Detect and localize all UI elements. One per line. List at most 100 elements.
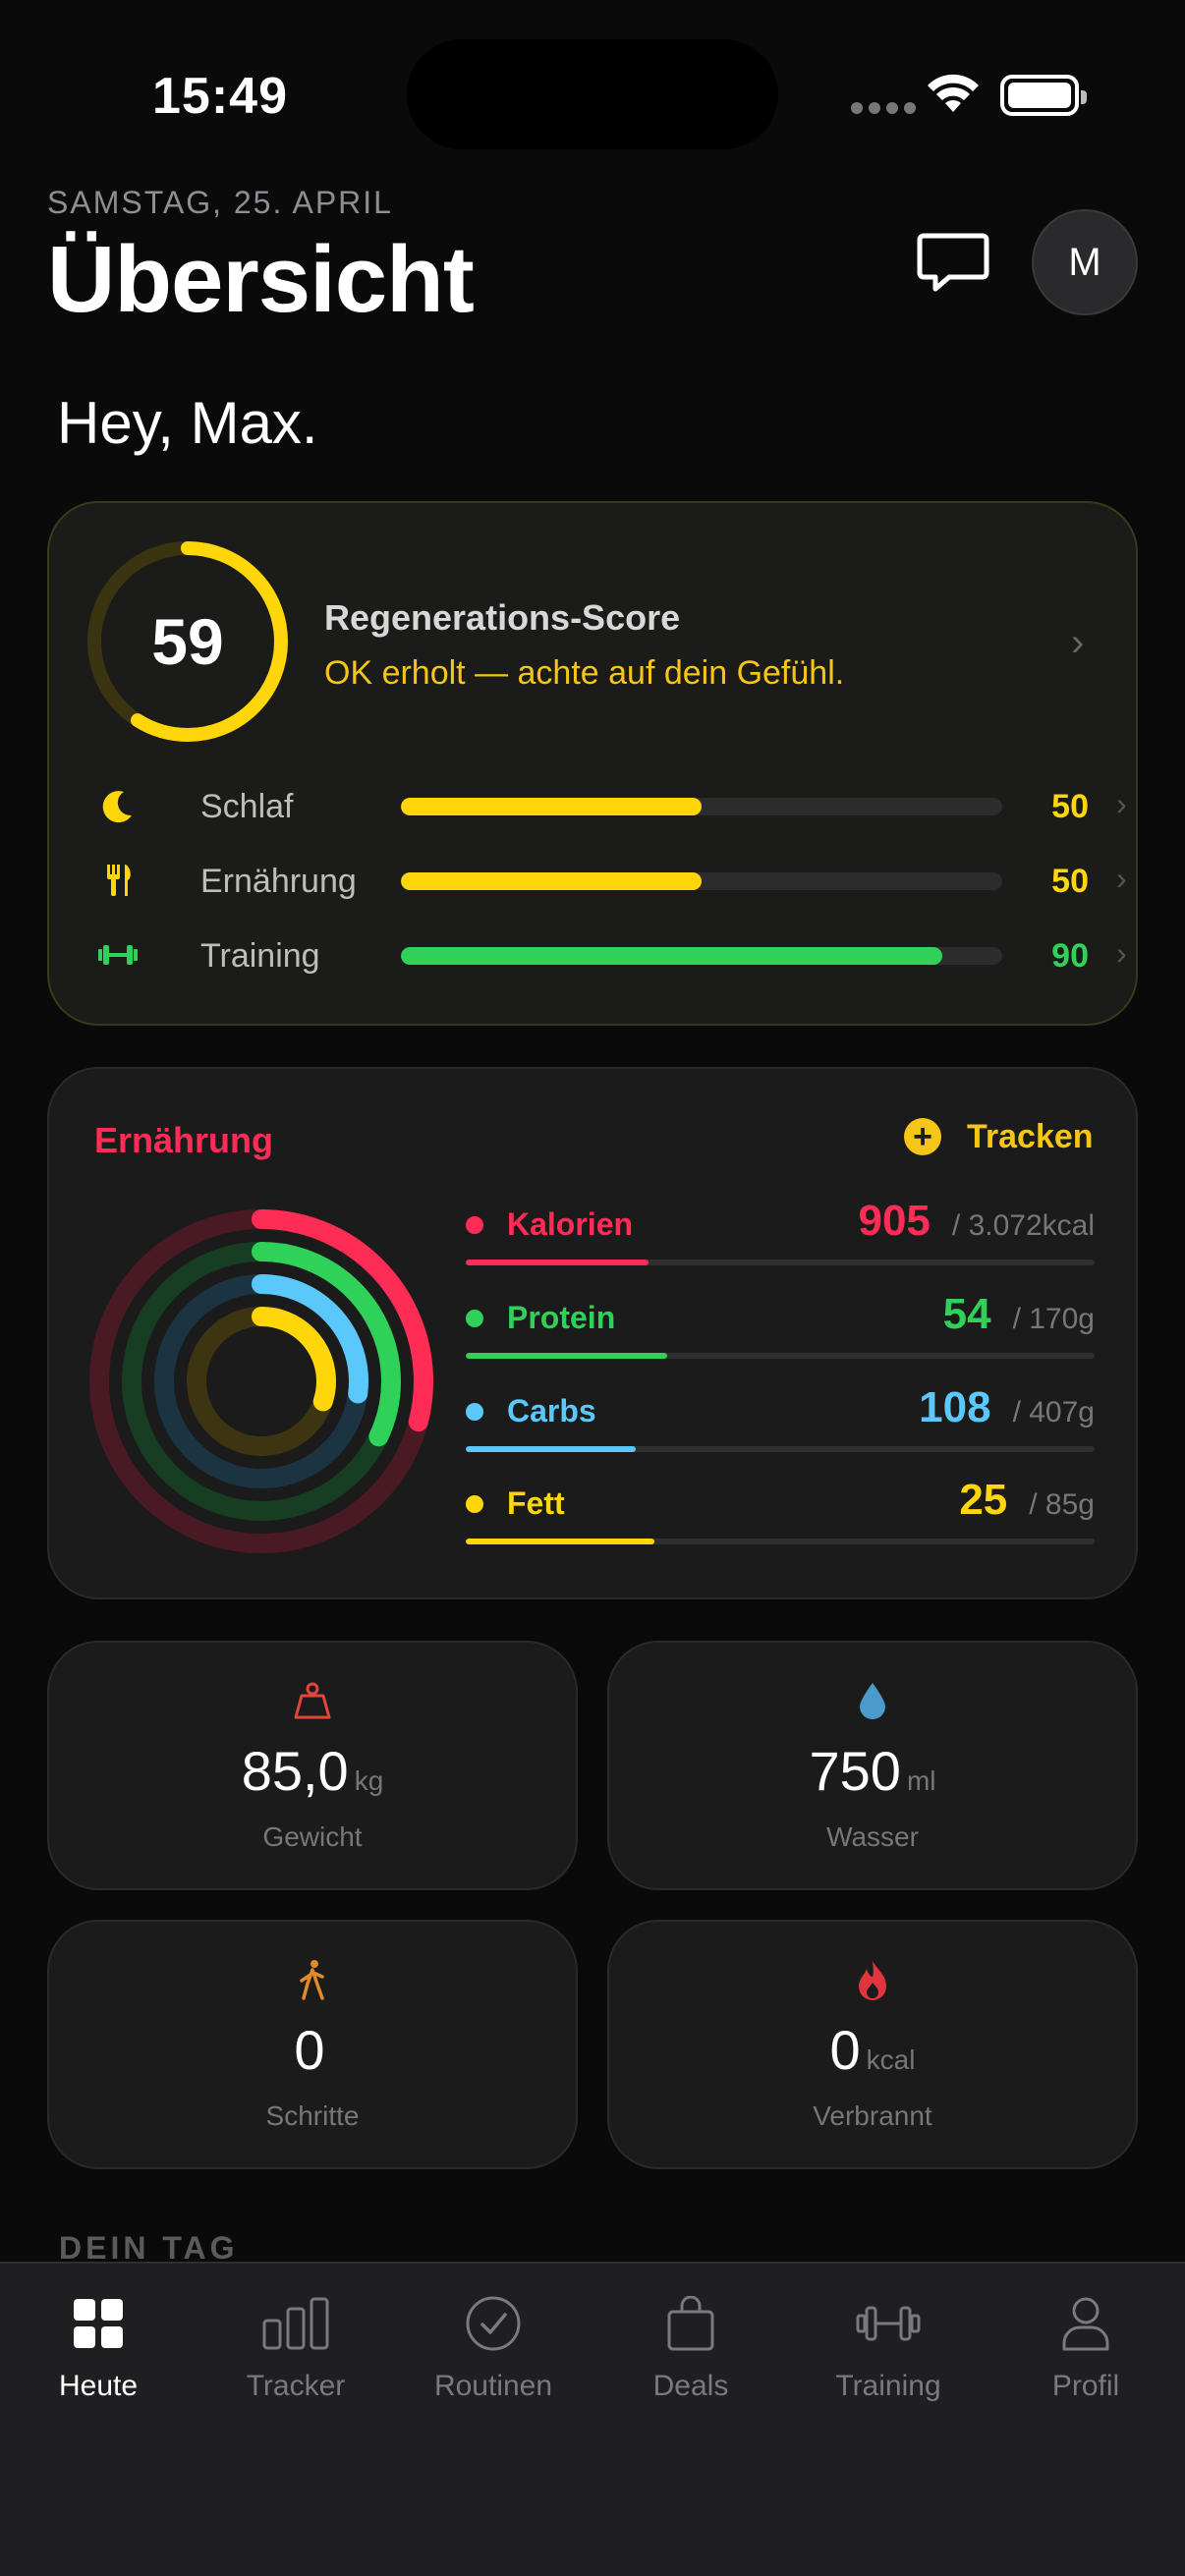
status-time: 15:49 — [152, 68, 288, 125]
burned-tile[interactable]: 0 kcal Verbrannt — [607, 1920, 1138, 2169]
metric-row-ernaehrung[interactable]: Ernährung 50 › — [96, 851, 1128, 910]
dynamic-island — [407, 39, 778, 149]
greeting: Hey, Max. — [57, 390, 318, 456]
shopping-bag-icon — [666, 2291, 715, 2356]
macro-dot — [466, 1403, 483, 1421]
chevron-right-icon: › — [1071, 621, 1085, 664]
macro-progress-fill — [466, 1539, 654, 1544]
tab-heute[interactable]: Heute — [0, 2291, 197, 2409]
macro-name: Kalorien — [507, 1206, 634, 1242]
metric-value: 50 — [1051, 863, 1089, 900]
macro-value: 54 — [942, 1290, 991, 1338]
tile-label: Verbrannt — [813, 2100, 932, 2131]
chevron-right-icon: › — [1116, 935, 1127, 971]
tab-label: Training — [835, 2370, 941, 2402]
macro-name: Carbs — [507, 1393, 596, 1428]
water-tile[interactable]: 750 ml Wasser — [607, 1641, 1138, 1890]
moon-icon — [96, 784, 140, 827]
cellular-signal-icon — [851, 102, 916, 114]
status-bar: 15:49 — [0, 0, 1185, 187]
tile-label: Schritte — [265, 2100, 360, 2131]
macro-goal: / 85g — [1029, 1488, 1095, 1521]
tab-deals[interactable]: Deals — [592, 2291, 789, 2409]
metric-progress-fill — [401, 798, 702, 815]
avatar[interactable]: M — [1032, 209, 1138, 315]
wifi-icon — [928, 74, 979, 112]
tile-value: 750 — [809, 1740, 901, 1802]
macro-dot — [466, 1495, 483, 1513]
tab-bar: Heute Tracker Routinen Deals Training Pr… — [0, 2262, 1185, 2576]
water-drop-icon — [609, 1680, 1136, 1721]
tab-label: Deals — [652, 2370, 729, 2402]
chevron-right-icon: › — [1116, 786, 1127, 821]
scale-weight-icon — [49, 1680, 576, 1721]
metric-label: Schlaf — [200, 788, 294, 825]
macro-progress-fill — [466, 1260, 649, 1265]
regeneration-subtitle: OK erholt — achte auf dein Gefühl. — [324, 654, 845, 692]
metric-progress-fill — [401, 872, 702, 890]
metric-progress-fill — [401, 947, 942, 965]
metric-progress-track — [401, 798, 1002, 815]
checkmark-circle-icon — [465, 2291, 522, 2356]
metric-row-training[interactable]: Training 90 › — [96, 925, 1128, 984]
macro-progress-track — [466, 1539, 1095, 1544]
tile-value: 0 — [294, 2019, 325, 2081]
tile-label: Wasser — [826, 1821, 919, 1852]
tile-value: 85,0 — [241, 1740, 349, 1802]
weight-tile[interactable]: 85,0 kg Gewicht — [47, 1641, 578, 1890]
metric-value: 90 — [1051, 937, 1089, 975]
avatar-initial: M — [1068, 240, 1101, 284]
walking-icon — [49, 1959, 576, 2002]
macro-goal: / 407g — [1012, 1396, 1095, 1428]
nutrition-title: Ernährung — [94, 1120, 274, 1160]
macro-name: Fett — [507, 1485, 565, 1521]
battery-icon — [1000, 75, 1087, 116]
tab-label: Routinen — [433, 2370, 553, 2402]
macro-rings-chart — [89, 1209, 433, 1553]
metric-progress-track — [401, 872, 1002, 890]
tab-training[interactable]: Training — [790, 2291, 987, 2409]
fork-knife-icon — [96, 859, 140, 902]
chat-bubble-icon — [917, 233, 989, 292]
metric-label: Training — [200, 937, 320, 975]
tab-label: Profil — [1051, 2370, 1120, 2402]
current-date: SAMSTAG, 25. APRIL — [47, 185, 393, 220]
track-button[interactable]: + Tracken — [904, 1114, 1094, 1159]
tab-tracker[interactable]: Tracker — [198, 2291, 394, 2409]
tab-routinen[interactable]: Routinen — [395, 2291, 592, 2409]
tab-label: Tracker — [246, 2370, 346, 2402]
macro-row-protein: Protein 54 / 170g — [466, 1290, 1095, 1378]
macro-goal: / 3.072kcal — [951, 1209, 1095, 1242]
page-title: Übersicht — [47, 227, 475, 332]
macro-progress-fill — [466, 1353, 667, 1359]
steps-tile[interactable]: 0 Schritte — [47, 1920, 578, 2169]
flame-icon — [609, 1959, 1136, 2002]
macro-name: Protein — [507, 1300, 616, 1335]
bar-chart-icon — [261, 2291, 330, 2356]
tile-unit: ml — [906, 1765, 936, 1796]
macro-progress-fill — [466, 1446, 636, 1452]
nutrition-card[interactable]: Ernährung + Tracken Kalorien 905 / 3.072k… — [47, 1067, 1138, 1599]
grid-icon — [72, 2291, 125, 2356]
regeneration-title: Regenerations-Score — [324, 597, 681, 638]
regeneration-score-value: 59 — [151, 605, 224, 678]
tab-label: Heute — [58, 2370, 139, 2402]
macro-progress-track — [466, 1260, 1095, 1265]
macro-progress-track — [466, 1446, 1095, 1452]
macro-value: 25 — [959, 1476, 1008, 1524]
macro-goal: / 170g — [1012, 1303, 1095, 1335]
metric-progress-track — [401, 947, 1002, 965]
chevron-right-icon: › — [1116, 861, 1127, 896]
chat-button[interactable] — [914, 224, 992, 303]
person-icon — [1061, 2291, 1110, 2356]
metric-row-schlaf[interactable]: Schlaf 50 › — [96, 776, 1128, 835]
track-button-label: Tracken — [967, 1117, 1094, 1155]
tab-profil[interactable]: Profil — [988, 2291, 1184, 2409]
tile-value: 0 — [829, 2019, 861, 2081]
macro-dot — [466, 1310, 483, 1327]
tile-unit: kg — [354, 1765, 384, 1796]
dumbbell-icon — [96, 933, 140, 977]
regeneration-card[interactable]: 59 Regenerations-Score OK erholt — achte… — [47, 501, 1138, 1026]
macro-value: 108 — [919, 1383, 991, 1431]
macro-progress-track — [466, 1353, 1095, 1359]
